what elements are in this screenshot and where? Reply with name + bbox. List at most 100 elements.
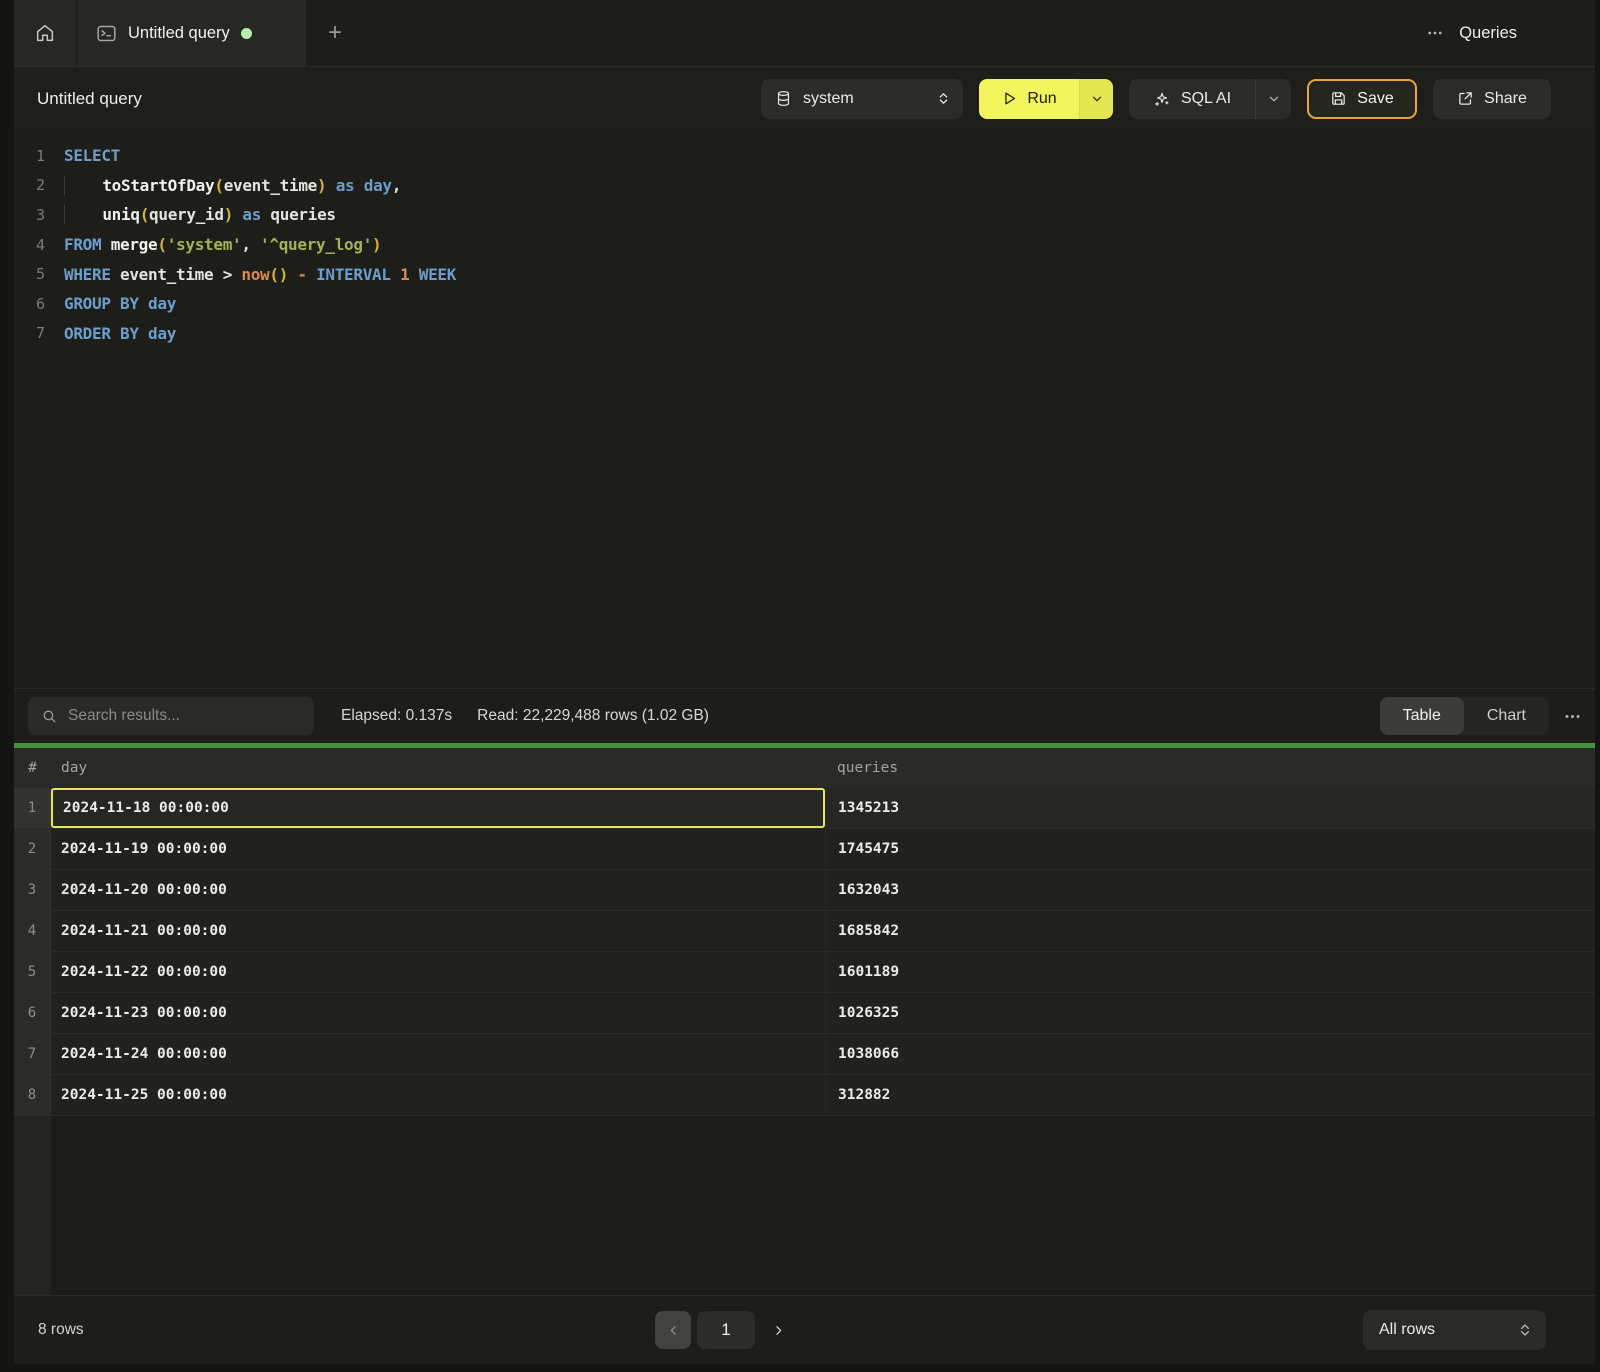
more-options-icon[interactable] xyxy=(1426,24,1444,42)
home-icon xyxy=(34,22,56,44)
column-header-queries[interactable]: queries xyxy=(825,760,1595,776)
save-button-label: Save xyxy=(1357,90,1393,108)
elapsed-stat: Elapsed: 0.137s xyxy=(341,707,452,725)
queries-cell[interactable]: 1745475 xyxy=(825,829,1595,869)
search-results-input[interactable] xyxy=(28,697,314,735)
column-header-day[interactable]: day xyxy=(51,760,825,776)
run-button-label: Run xyxy=(1027,90,1056,108)
query-header: Untitled query system Run xyxy=(14,66,1595,130)
header-controls: system Run xyxy=(761,79,1595,119)
page-size-value: All rows xyxy=(1379,1321,1435,1339)
row-count: 8 rows xyxy=(38,1321,84,1339)
table-row[interactable]: 22024-11-19 00:00:001745475 xyxy=(14,829,1595,870)
day-cell[interactable]: 2024-11-24 00:00:00 xyxy=(51,1034,825,1074)
search-box xyxy=(28,697,314,735)
table-row[interactable]: 82024-11-25 00:00:00312882 xyxy=(14,1075,1595,1116)
save-icon xyxy=(1330,90,1347,107)
code-line[interactable]: 5WHERE event_time > now() - INTERVAL 1 W… xyxy=(14,259,1595,289)
run-button-group: Run xyxy=(979,79,1113,119)
code-line[interactable]: 6GROUP BY day xyxy=(14,289,1595,319)
page-size-select[interactable]: All rows xyxy=(1363,1310,1546,1350)
sql-console-window: Untitled query + Queries Untitled query … xyxy=(14,0,1595,1364)
select-updown-icon xyxy=(936,91,951,106)
row-index-cell[interactable]: 3 xyxy=(14,870,51,910)
row-index-cell[interactable]: 4 xyxy=(14,911,51,951)
tab-bar: Untitled query + Queries xyxy=(14,0,1595,66)
pagination: 1 xyxy=(655,1311,795,1349)
queries-cell[interactable]: 312882 xyxy=(825,1075,1595,1115)
row-index-cell[interactable]: 7 xyxy=(14,1034,51,1074)
tabbar-right: Queries xyxy=(1426,0,1595,66)
day-cell[interactable]: 2024-11-19 00:00:00 xyxy=(51,829,825,869)
sql-ai-button-group: SQL AI xyxy=(1129,79,1291,119)
results-menu-button[interactable] xyxy=(1549,707,1595,726)
home-button[interactable] xyxy=(14,0,76,66)
results-toolbar: Elapsed: 0.137s Read: 22,229,488 rows (1… xyxy=(14,688,1595,743)
day-cell[interactable]: 2024-11-20 00:00:00 xyxy=(51,870,825,910)
row-index-cell[interactable]: 6 xyxy=(14,993,51,1033)
sql-ai-caret[interactable] xyxy=(1255,79,1291,119)
results-table: # day queries 12024-11-18 00:00:00134521… xyxy=(14,748,1595,1295)
day-cell[interactable]: 2024-11-23 00:00:00 xyxy=(51,993,825,1033)
table-row[interactable]: 32024-11-20 00:00:001632043 xyxy=(14,870,1595,911)
database-select-value: system xyxy=(803,90,854,108)
run-button[interactable]: Run xyxy=(979,79,1079,119)
unsaved-changes-dot xyxy=(241,28,252,39)
queries-nav-button[interactable]: Queries xyxy=(1459,24,1517,43)
row-index-cell[interactable]: 1 xyxy=(14,788,51,828)
run-options-caret[interactable] xyxy=(1079,79,1113,119)
new-tab-button[interactable]: + xyxy=(306,0,364,66)
row-index-cell[interactable]: 2 xyxy=(14,829,51,869)
row-index-cell[interactable]: 8 xyxy=(14,1075,51,1115)
share-button[interactable]: Share xyxy=(1433,79,1551,119)
code-line[interactable]: 4FROM merge('system', '^query_log') xyxy=(14,230,1595,260)
code-line[interactable]: 7ORDER BY day xyxy=(14,319,1595,349)
code-line[interactable]: 1SELECT xyxy=(14,141,1595,171)
code-line[interactable]: 3 uniq(query_id) as queries xyxy=(14,200,1595,230)
table-row[interactable]: 52024-11-22 00:00:001601189 xyxy=(14,952,1595,993)
sql-ai-label: SQL AI xyxy=(1181,90,1231,108)
queries-cell[interactable]: 1685842 xyxy=(825,911,1595,951)
tab-untitled-query[interactable]: Untitled query xyxy=(78,0,306,66)
queries-cell[interactable]: 1632043 xyxy=(825,870,1595,910)
sql-editor[interactable]: 1SELECT2 toStartOfDay(event_time) as day… xyxy=(14,130,1595,688)
queries-cell[interactable]: 1601189 xyxy=(825,952,1595,992)
table-row[interactable]: 42024-11-21 00:00:001685842 xyxy=(14,911,1595,952)
line-number: 2 xyxy=(14,176,64,194)
column-header-index: # xyxy=(14,760,51,776)
table-header-row: # day queries xyxy=(14,748,1595,788)
read-stat: Read: 22,229,488 rows (1.02 GB) xyxy=(477,707,709,725)
view-tab-table[interactable]: Table xyxy=(1380,697,1464,735)
day-cell[interactable]: 2024-11-25 00:00:00 xyxy=(51,1075,825,1115)
tab-title: Untitled query xyxy=(128,24,230,43)
save-button[interactable]: Save xyxy=(1307,79,1417,119)
table-row[interactable]: 72024-11-24 00:00:001038066 xyxy=(14,1034,1595,1075)
line-number: 4 xyxy=(14,236,64,254)
page-title: Untitled query xyxy=(37,89,142,109)
day-cell[interactable]: 2024-11-22 00:00:00 xyxy=(51,952,825,992)
table-row[interactable]: 12024-11-18 00:00:001345213 xyxy=(14,788,1595,829)
next-page-button[interactable] xyxy=(761,1311,795,1349)
day-cell[interactable]: 2024-11-21 00:00:00 xyxy=(51,911,825,951)
terminal-icon xyxy=(96,23,117,44)
queries-cell[interactable]: 1026325 xyxy=(825,993,1595,1033)
sparkles-icon xyxy=(1153,90,1171,108)
sql-ai-button[interactable]: SQL AI xyxy=(1129,79,1255,119)
page-number-button[interactable]: 1 xyxy=(697,1311,755,1349)
page-size-updown-icon xyxy=(1517,1322,1533,1338)
row-index-cell[interactable]: 5 xyxy=(14,952,51,992)
view-tab-chart[interactable]: Chart xyxy=(1464,697,1549,735)
results-footer: 8 rows 1 All rows xyxy=(14,1295,1595,1364)
view-toggle: Table Chart xyxy=(1380,697,1549,735)
play-icon xyxy=(1001,90,1018,107)
day-cell[interactable]: 2024-11-18 00:00:00 xyxy=(51,788,825,828)
database-select[interactable]: system xyxy=(761,79,963,119)
code-line[interactable]: 2 toStartOfDay(event_time) as day, xyxy=(14,171,1595,201)
search-icon xyxy=(41,708,58,725)
queries-cell[interactable]: 1345213 xyxy=(825,788,1595,828)
previous-page-button[interactable] xyxy=(655,1311,691,1349)
share-button-label: Share xyxy=(1484,90,1527,108)
queries-cell[interactable]: 1038066 xyxy=(825,1034,1595,1074)
table-row[interactable]: 62024-11-23 00:00:001026325 xyxy=(14,993,1595,1034)
table-empty-area xyxy=(14,1116,1595,1295)
